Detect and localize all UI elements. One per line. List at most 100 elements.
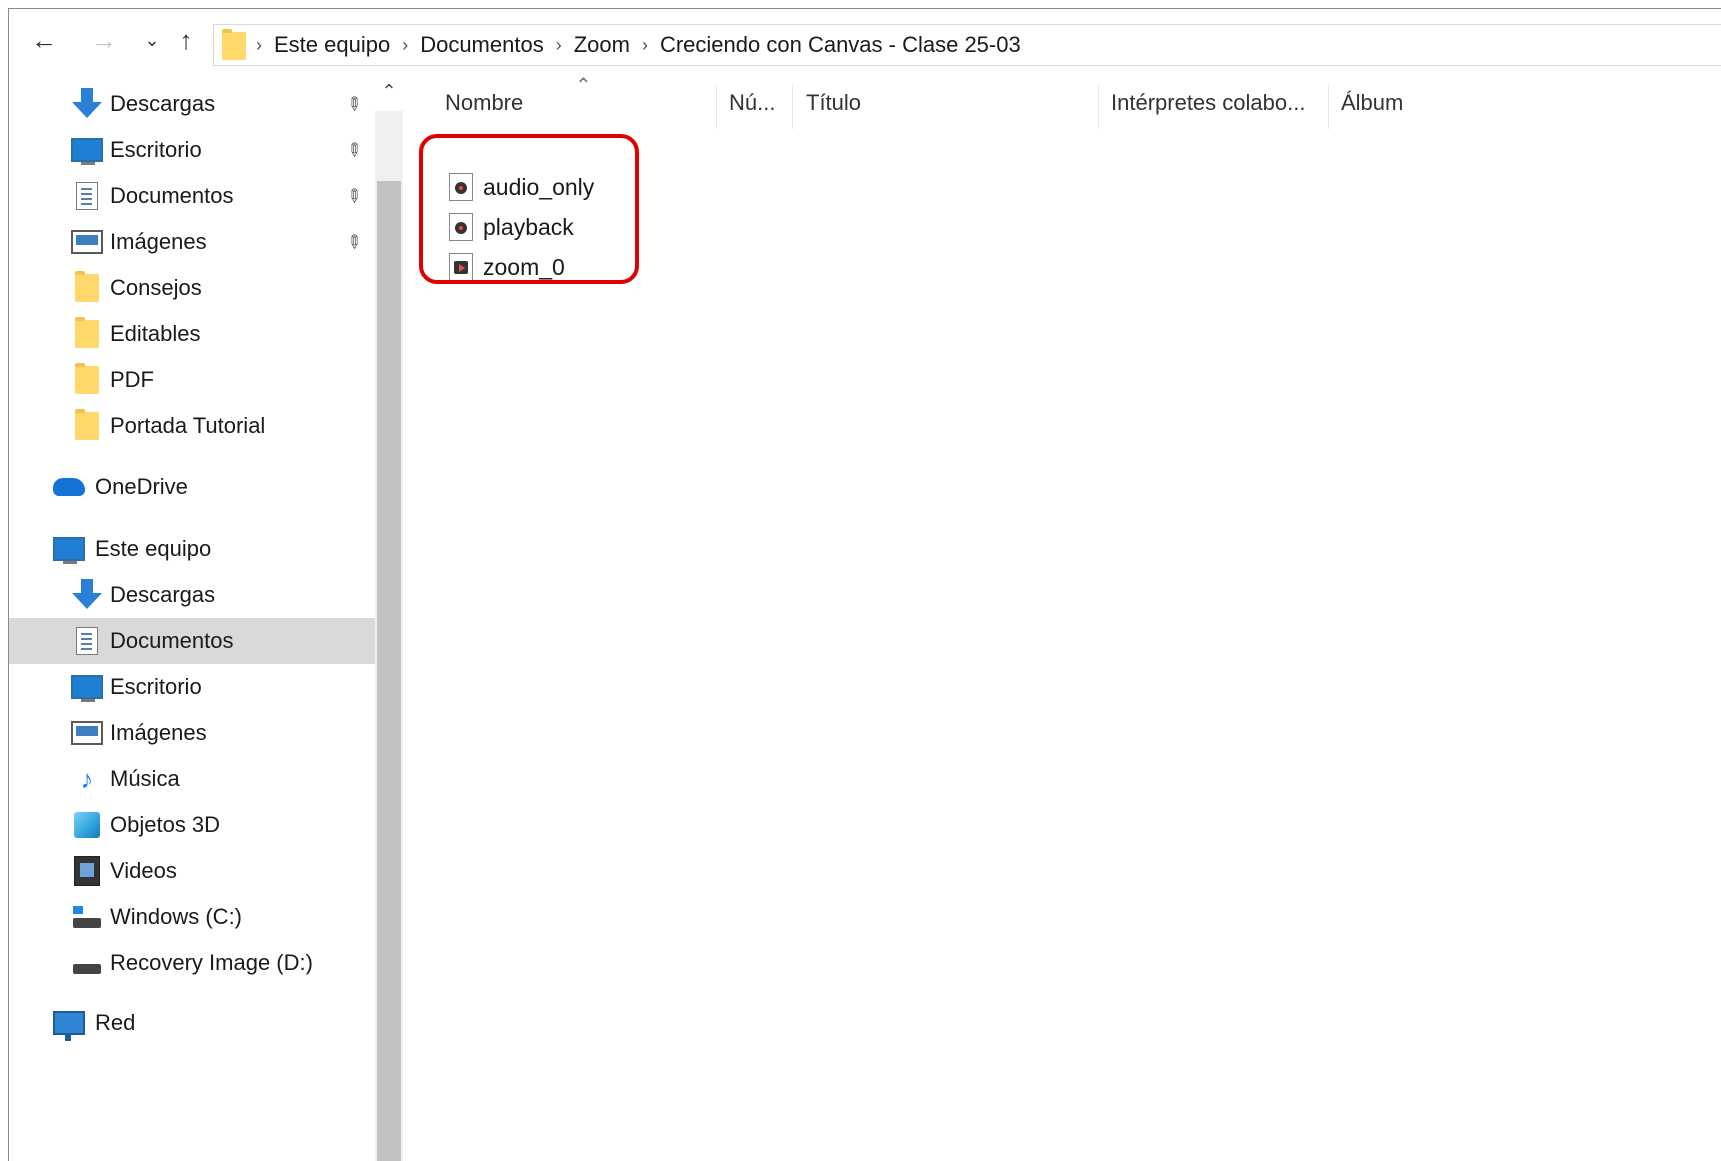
nav-item-label: Windows (C:) [110, 904, 243, 929]
breadcrumb-este-equipo[interactable]: Este equipo [274, 32, 390, 58]
pin-icon: ✎ [341, 183, 367, 209]
scrollbar-thumb[interactable] [377, 181, 401, 1161]
pictures-icon [71, 226, 103, 258]
drive-d-icon [71, 947, 103, 979]
up-button[interactable]: ↑ [171, 25, 201, 55]
highlight-annotation [419, 134, 639, 284]
nav-item-label: Red [95, 1010, 136, 1035]
nav-item-pdf[interactable]: PDF [9, 357, 375, 403]
back-button[interactable]: ← [29, 25, 59, 55]
nav-item-label: Escritorio [110, 137, 202, 162]
column-header-numero[interactable]: Nú... [729, 81, 775, 125]
column-header-interpretes[interactable]: Intérpretes colabo... [1111, 81, 1305, 125]
pin-icon: ✎ [341, 91, 367, 117]
nav-item-musica[interactable]: ♪ Música [9, 756, 375, 802]
folder-icon [71, 409, 103, 442]
nav-item-descargas-quick[interactable]: Descargas ✎ [9, 81, 375, 127]
sort-ascending-icon: ⌃ [575, 75, 592, 97]
document-icon [71, 625, 103, 657]
nav-item-red[interactable]: Red [9, 1000, 375, 1046]
videos-icon [71, 855, 103, 887]
download-icon [71, 579, 103, 611]
file-explorer-window: ← → ⌄ ↑ › Este equipo › Documentos › Zoo… [8, 8, 1721, 1161]
3d-objects-icon [71, 809, 103, 841]
column-header-album[interactable]: Álbum [1341, 81, 1403, 125]
desktop-icon [71, 134, 103, 166]
breadcrumb-separator: › [555, 34, 562, 55]
nav-item-objetos-3d[interactable]: Objetos 3D [9, 802, 375, 848]
nav-item-windows-c[interactable]: Windows (C:) [9, 894, 375, 940]
nav-item-label: Música [110, 766, 180, 791]
pin-icon: ✎ [341, 229, 367, 255]
cloud-icon [53, 471, 85, 503]
nav-item-escritorio[interactable]: Escritorio [9, 664, 375, 710]
column-divider[interactable] [792, 85, 793, 129]
nav-item-label: Editables [110, 321, 201, 346]
address-row: ← → ⌄ ↑ › Este equipo › Documentos › Zoo… [9, 9, 1721, 71]
breadcrumb-zoom[interactable]: Zoom [574, 32, 630, 58]
nav-item-label: Recovery Image (D:) [110, 950, 313, 975]
breadcrumb-separator: › [256, 34, 262, 55]
nav-item-label: Imágenes [110, 229, 207, 254]
breadcrumb-documentos[interactable]: Documentos [420, 32, 544, 58]
nav-item-label: Videos [110, 858, 177, 883]
nav-item-consejos[interactable]: Consejos [9, 265, 375, 311]
file-list: ⌃ Nombre Nú... Título Intérpretes colabo… [411, 71, 1721, 1161]
recent-locations-button[interactable]: ⌄ [137, 25, 167, 55]
up-arrow-icon: ↑ [179, 24, 193, 55]
nav-item-imagenes-quick[interactable]: Imágenes ✎ [9, 219, 375, 265]
nav-item-videos[interactable]: Videos [9, 848, 375, 894]
nav-item-este-equipo[interactable]: Este equipo [9, 526, 375, 572]
column-header-titulo[interactable]: Título [806, 81, 861, 125]
back-arrow-icon: ← [31, 24, 57, 55]
nav-item-label: Documentos [110, 183, 234, 208]
nav-item-portada-tutorial[interactable]: Portada Tutorial [9, 403, 375, 449]
pictures-icon [71, 717, 103, 749]
column-divider[interactable] [716, 85, 717, 129]
nav-item-label: PDF [110, 367, 154, 392]
nav-item-label: Objetos 3D [110, 812, 221, 837]
nav-item-onedrive[interactable]: OneDrive [9, 464, 375, 510]
nav-item-label: Escritorio [110, 674, 202, 699]
nav-item-recovery-d[interactable]: Recovery Image (D:) [9, 940, 375, 986]
download-icon [71, 88, 103, 120]
forward-button[interactable]: → [89, 25, 119, 55]
nav-item-escritorio-quick[interactable]: Escritorio ✎ [9, 127, 375, 173]
nav-item-documentos-quick[interactable]: Documentos ✎ [9, 173, 375, 219]
drive-c-icon [71, 901, 103, 933]
nav-item-imagenes[interactable]: Imágenes [9, 710, 375, 756]
folder-icon [222, 29, 246, 60]
folder-icon [71, 271, 103, 304]
breadcrumb-separator: › [402, 34, 409, 55]
chevron-up-icon: ⌃ [381, 80, 397, 101]
breadcrumb-separator: › [641, 34, 648, 55]
desktop-icon [71, 671, 103, 703]
chevron-down-icon: ⌄ [144, 29, 160, 50]
navigation-scrollbar[interactable]: ⌃ [375, 71, 403, 1161]
nav-item-editables[interactable]: Editables [9, 311, 375, 357]
nav-item-label: Imágenes [110, 720, 207, 745]
breadcrumb-current-folder[interactable]: Creciendo con Canvas - Clase 25-03 [660, 32, 1021, 58]
address-bar[interactable]: › Este equipo › Documentos › Zoom › Crec… [213, 24, 1721, 66]
folder-icon [71, 363, 103, 396]
nav-item-label: Descargas [110, 582, 216, 607]
computer-icon [53, 533, 85, 565]
column-divider[interactable] [1098, 85, 1099, 129]
nav-item-label: OneDrive [95, 474, 188, 499]
music-icon: ♪ [80, 763, 94, 794]
folder-icon [71, 317, 103, 350]
document-icon [71, 180, 103, 212]
forward-arrow-icon: → [91, 24, 117, 55]
nav-item-descargas[interactable]: Descargas [9, 572, 375, 618]
nav-item-documentos-selected[interactable]: Documentos [9, 618, 375, 664]
network-icon [53, 1007, 85, 1041]
nav-item-label: Descargas [110, 91, 216, 116]
nav-item-label: Documentos [110, 628, 234, 653]
column-header-nombre[interactable]: Nombre [445, 81, 523, 125]
nav-item-label: Este equipo [95, 536, 212, 561]
scroll-up-button[interactable]: ⌃ [375, 71, 403, 111]
nav-item-label: Consejos [110, 275, 202, 300]
column-divider[interactable] [1328, 85, 1329, 129]
nav-item-label: Portada Tutorial [110, 413, 266, 438]
navigation-pane: Descargas ✎ Escritorio ✎ Documentos ✎ Im… [9, 71, 375, 1161]
